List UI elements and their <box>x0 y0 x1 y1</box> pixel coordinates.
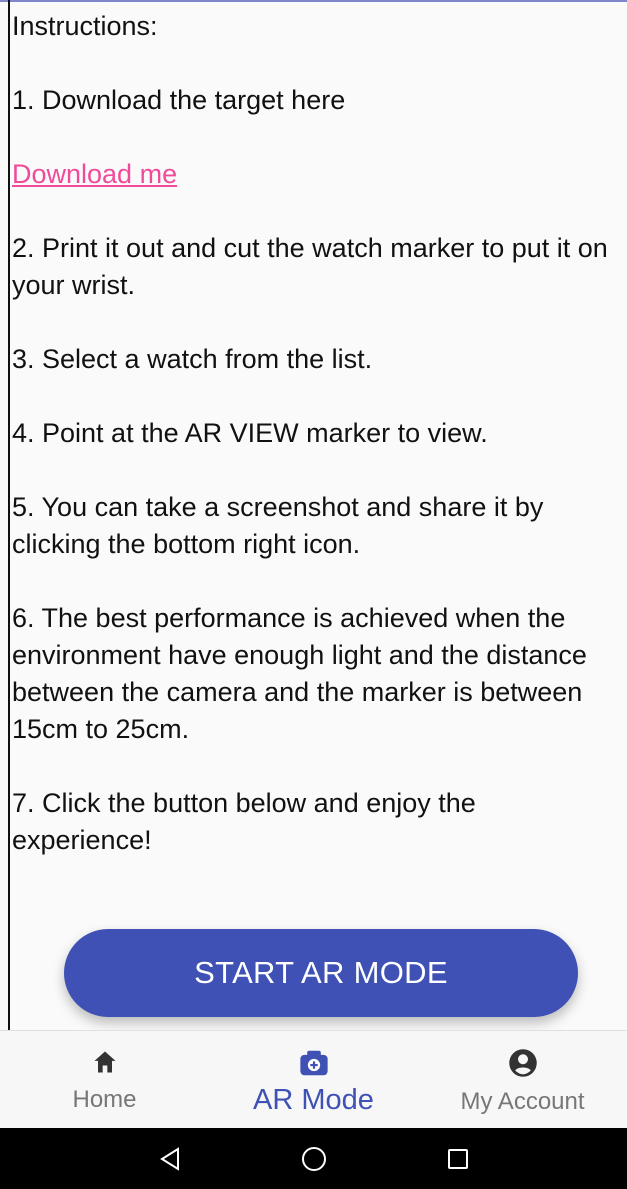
nav-label-ar-mode: AR Mode <box>253 1084 374 1116</box>
camera-icon <box>297 1048 331 1083</box>
left-border <box>8 0 10 1030</box>
bottom-navigation: Home AR Mode My Account <box>0 1030 627 1129</box>
start-ar-mode-button[interactable]: START AR MODE <box>64 929 578 1017</box>
recent-apps-icon[interactable] <box>441 1142 475 1176</box>
nav-item-my-account[interactable]: My Account <box>418 1031 627 1129</box>
instruction-step-3: 3. Select a watch from the list. <box>12 344 373 374</box>
system-navigation-bar <box>0 1128 627 1189</box>
instruction-step-5: 5. You can take a screenshot and share i… <box>12 492 544 559</box>
account-icon <box>508 1048 538 1083</box>
nav-item-home[interactable]: Home <box>0 1031 209 1129</box>
instruction-step-2: 2. Print it out and cut the watch marker… <box>12 233 608 300</box>
instruction-step-4: 4. Point at the AR VIEW marker to view. <box>12 418 488 448</box>
app-screen: Instructions: 1. Download the target her… <box>0 0 627 1189</box>
instruction-step-6: 6. The best performance is achieved when… <box>12 603 587 744</box>
nav-label-home: Home <box>72 1086 137 1113</box>
home-circle-icon[interactable] <box>297 1142 331 1176</box>
top-border <box>0 0 627 2</box>
download-link[interactable]: Download me <box>12 156 177 193</box>
back-icon[interactable] <box>153 1142 187 1176</box>
nav-label-my-account: My Account <box>460 1088 585 1115</box>
instructions-content: Instructions: 1. Download the target her… <box>12 8 622 896</box>
instruction-step-1: 1. Download the target here <box>12 85 346 115</box>
nav-item-ar-mode[interactable]: AR Mode <box>209 1031 418 1129</box>
home-icon <box>91 1048 119 1081</box>
instructions-title: Instructions: <box>12 11 158 41</box>
instruction-step-7: 7. Click the button below and enjoy the … <box>12 788 476 855</box>
